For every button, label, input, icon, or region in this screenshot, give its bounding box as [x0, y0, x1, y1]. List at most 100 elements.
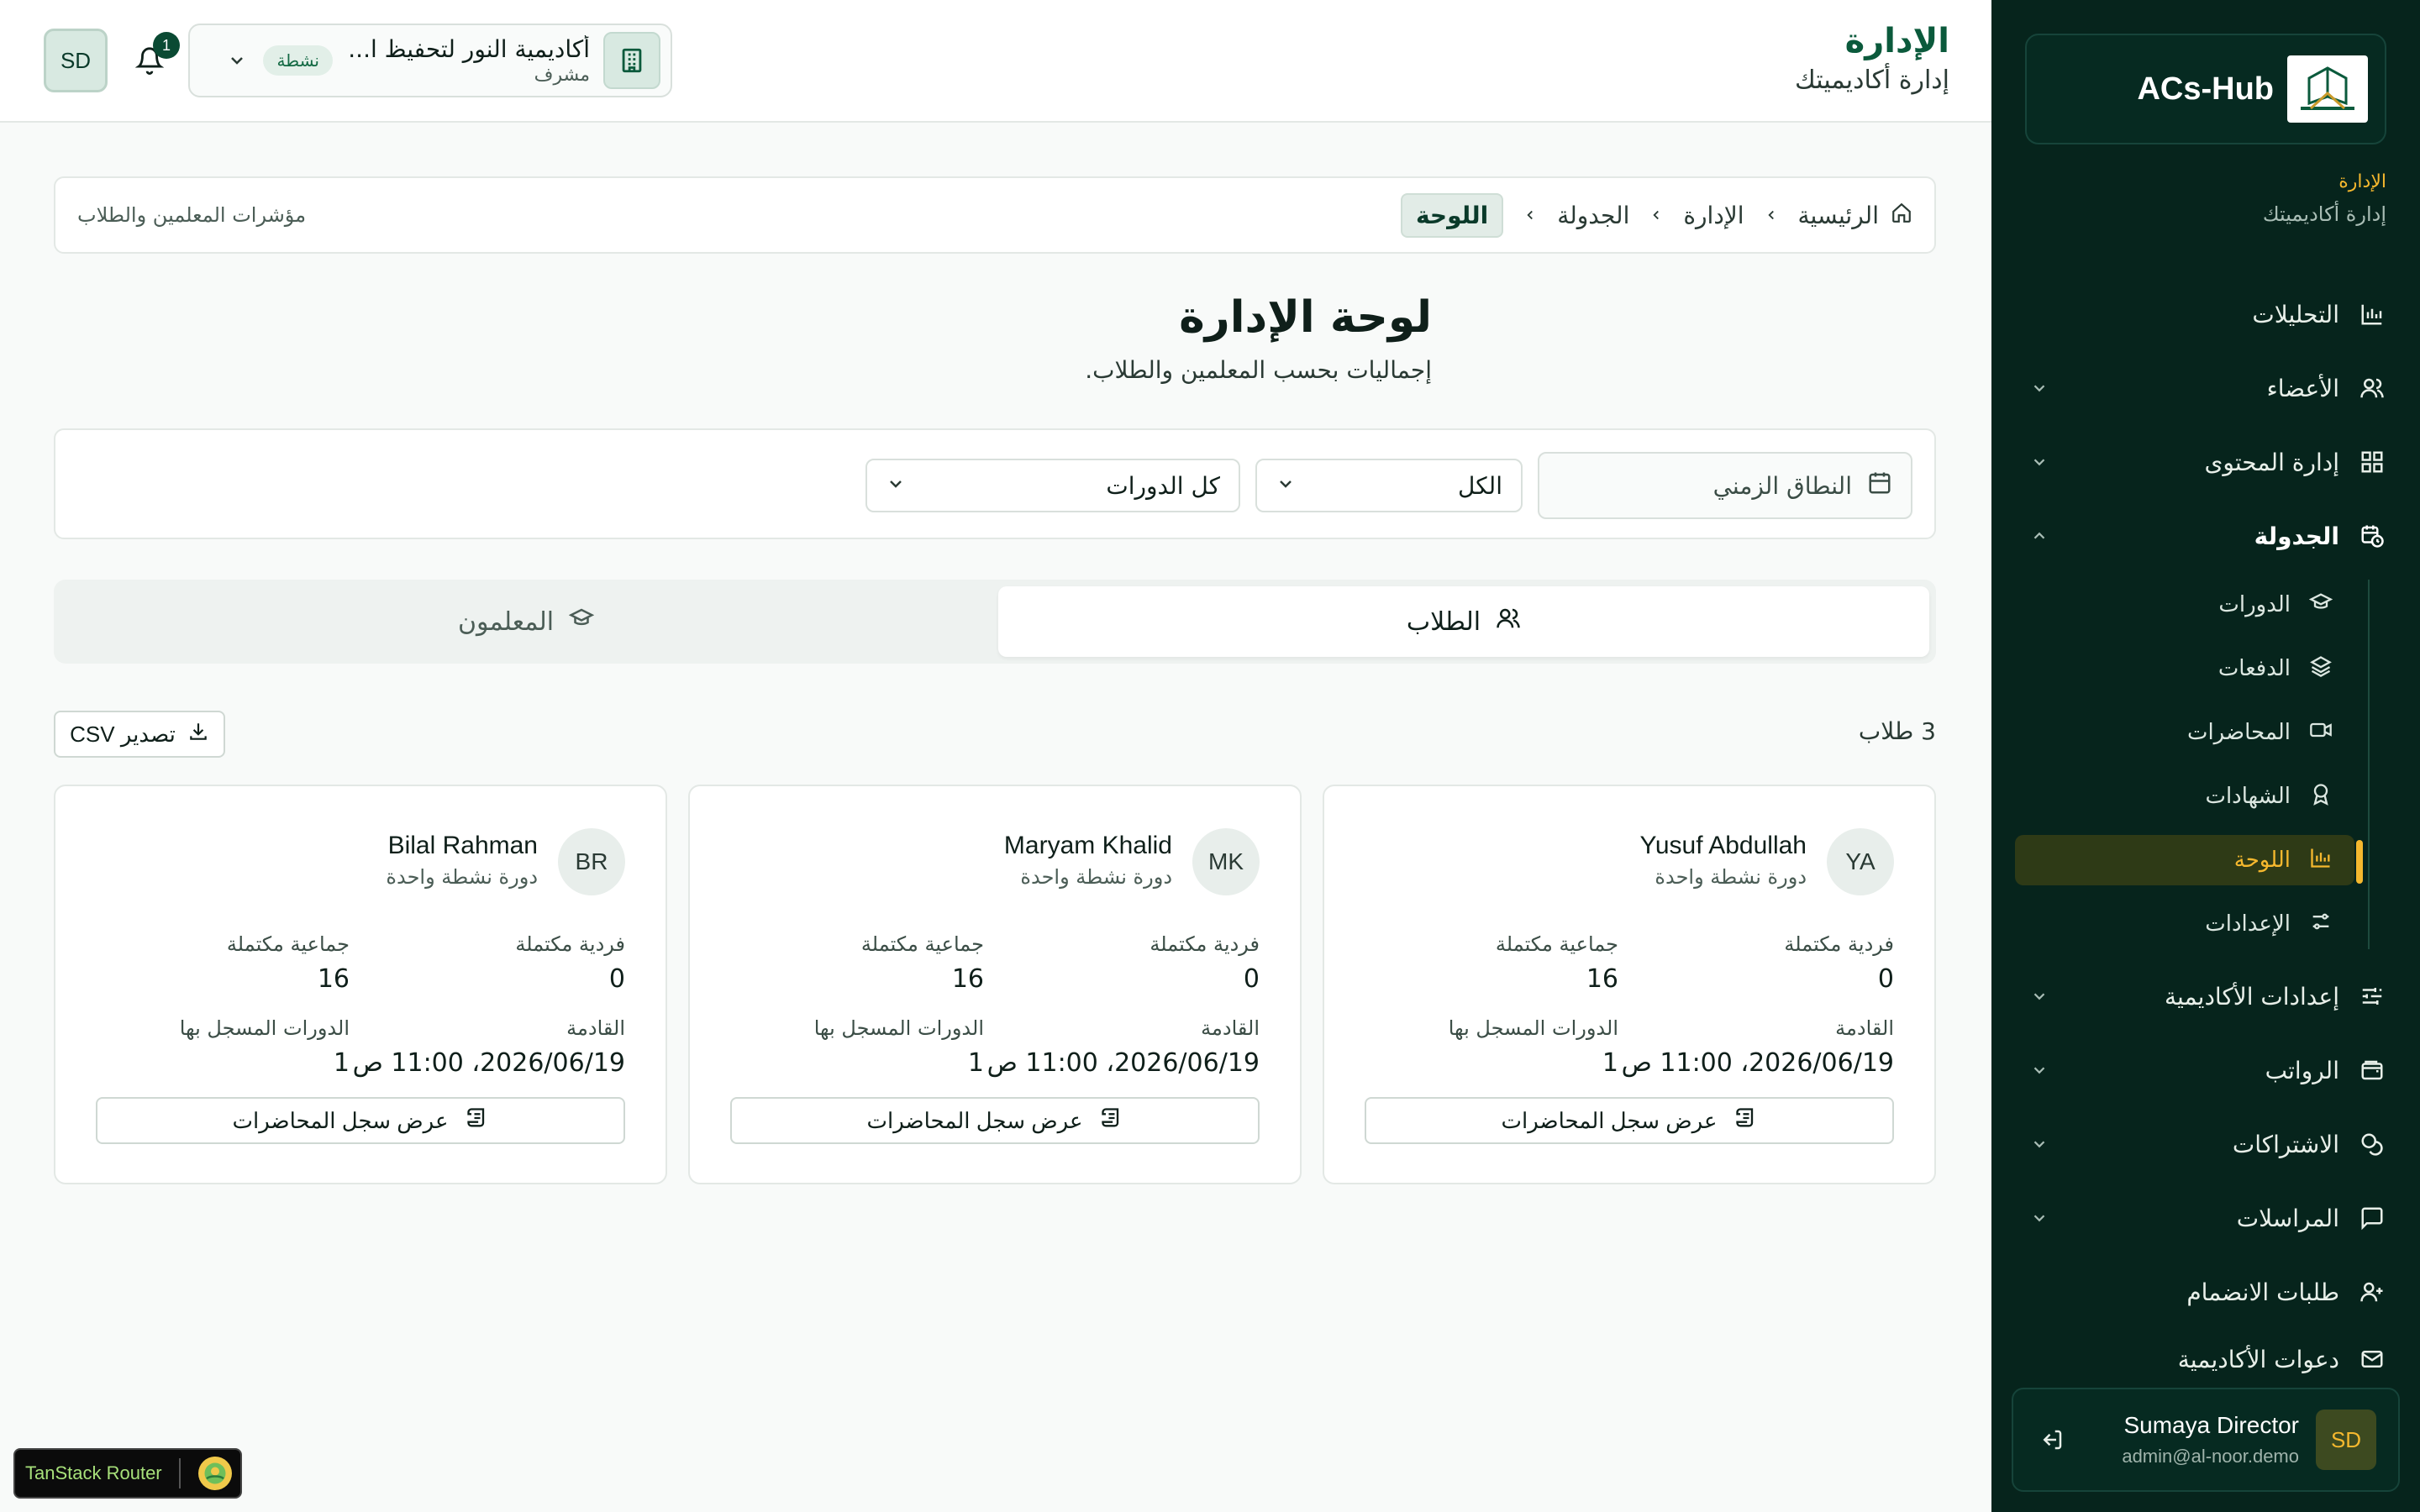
sidebar: ACs-Hub الإدارة إدارة أكاديميتك التحليلا…: [1991, 0, 2420, 1512]
chevron-down-icon: [224, 48, 250, 73]
message-icon: [2358, 1204, 2386, 1232]
quran-logo-icon: [2287, 55, 2368, 123]
courses-select[interactable]: كل الدورات: [865, 459, 1240, 512]
status-select[interactable]: الكل: [1255, 459, 1523, 512]
notifications-button[interactable]: 1: [131, 32, 180, 81]
student-card: MK Maryam Khalid دورة نشطة واحدة فردية م…: [688, 785, 1302, 1184]
chevron-down-icon[interactable]: [2025, 1130, 2054, 1158]
avatar[interactable]: SD: [44, 29, 108, 92]
sidebar-item-join-requests[interactable]: طلبات الانضمام: [2025, 1267, 2386, 1317]
breadcrumb-admin[interactable]: الإدارة: [1683, 202, 1744, 229]
sidebar-subitem-lectures[interactable]: المحاضرات: [2039, 707, 2333, 758]
sidebar-item-label: الأعضاء: [2266, 374, 2339, 402]
stat-label: القادمة: [566, 1016, 625, 1040]
sliders-icon: [2358, 982, 2386, 1011]
page-title: لوحة الإدارة: [1179, 292, 1432, 343]
view-lecture-log-button[interactable]: عرض سجل المحاضرات: [96, 1097, 625, 1144]
submenu-line: [2368, 580, 2370, 949]
sidebar-item-content[interactable]: إدارة المحتوى: [2025, 437, 2386, 487]
chevron-down-icon[interactable]: [2025, 982, 2054, 1011]
sidebar-item-invites[interactable]: دعوات الأكاديمية: [2025, 1341, 2386, 1378]
avatar: SD: [2316, 1410, 2376, 1470]
stat-value: 2026/06/19، 11:00 ص: [986, 1048, 1260, 1078]
view-lecture-log-button[interactable]: عرض سجل المحاضرات: [730, 1097, 1260, 1144]
tab-students[interactable]: الطلاب: [998, 586, 1929, 657]
sidebar-subitem-certificates[interactable]: الشهادات: [2039, 771, 2333, 822]
organization-selector[interactable]: أكاديمية النور لتحفيظ ا... مشرف نشطة: [188, 24, 672, 97]
breadcrumb-scheduling[interactable]: الجدولة: [1557, 202, 1629, 229]
date-range-picker[interactable]: النطاق الزمني: [1538, 452, 1912, 519]
sidebar-subitem-dashboard[interactable]: اللوحة: [2015, 835, 2354, 885]
users-icon: [2358, 374, 2386, 402]
video-icon: [2309, 718, 2333, 748]
stat-value: 16: [951, 964, 984, 994]
scroll-text-icon: [466, 1106, 489, 1136]
users-icon: [1496, 606, 1521, 638]
chevron-down-icon[interactable]: [2025, 448, 2054, 476]
sidebar-user-card[interactable]: SD Sumaya Director admin@al-noor.demo: [2012, 1388, 2400, 1492]
sidebar-item-subscriptions[interactable]: الاشتراكات: [2025, 1119, 2386, 1169]
stat-label: جماعية مكتملة: [860, 932, 984, 956]
user-email: admin@al-noor.demo: [2122, 1446, 2299, 1467]
header-subtitle: إدارة أكاديميتك: [1795, 66, 1949, 95]
sidebar-section-subtitle: إدارة أكاديميتك: [2262, 202, 2386, 226]
stat-label: فردية مكتملة: [515, 932, 625, 956]
button-label: عرض سجل المحاضرات: [232, 1107, 449, 1133]
calendar-clock-icon: [2358, 522, 2386, 550]
tab-teachers[interactable]: المعلمون: [60, 586, 992, 657]
view-tabs: الطلاب المعلمون: [54, 580, 1936, 664]
stat-label: الدورات المسجل بها: [1448, 1016, 1618, 1040]
avatar: BR: [558, 828, 625, 895]
view-lecture-log-button[interactable]: عرض سجل المحاضرات: [1365, 1097, 1894, 1144]
sidebar-item-label: التحليلات: [2252, 300, 2339, 328]
stat-label: فردية مكتملة: [1150, 932, 1260, 956]
tab-label: الطلاب: [1406, 606, 1481, 637]
breadcrumb-current: اللوحة: [1400, 192, 1504, 238]
layers-icon: [2309, 654, 2333, 684]
brand-name: ACs-Hub: [2137, 71, 2274, 107]
sidebar-subitem-label: الإعدادات: [2205, 911, 2291, 937]
export-csv-button[interactable]: تصدير CSV: [54, 711, 225, 758]
stat-label: الدورات المسجل بها: [179, 1016, 350, 1040]
settings-sliders-icon: [2309, 910, 2333, 939]
active-indicator: [2356, 840, 2363, 884]
sidebar-item-members[interactable]: الأعضاء: [2025, 363, 2386, 413]
chevron-down-icon[interactable]: [2025, 1204, 2054, 1232]
chevron-down-icon[interactable]: [2025, 374, 2054, 402]
devtools-label: TanStack Router: [25, 1462, 162, 1483]
download-icon: [187, 721, 209, 748]
brand[interactable]: ACs-Hub: [2025, 34, 2386, 144]
calendar-icon: [1867, 470, 1892, 501]
sidebar-item-label: إعدادات الأكاديمية: [2165, 982, 2339, 1011]
sidebar-item-analytics[interactable]: التحليلات: [2025, 289, 2386, 339]
notification-count-badge: 1: [153, 32, 180, 59]
stat-label: جماعية مكتملة: [226, 932, 350, 956]
export-csv-label: تصدير CSV: [70, 721, 176, 747]
sidebar-subitem-courses[interactable]: الدورات: [2039, 580, 2333, 630]
sidebar-item-label: المراسلات: [2236, 1204, 2339, 1232]
sidebar-subitem-label: المحاضرات: [2186, 720, 2291, 745]
tanstack-router-devtools-button[interactable]: TanStack Router: [13, 1448, 242, 1499]
chevron-up-icon[interactable]: [2025, 522, 2054, 550]
breadcrumb-label: الرئيسية: [1797, 201, 1879, 229]
organization-name: أكاديمية النور لتحفيظ ا...: [348, 35, 590, 63]
wallet-icon: [2358, 1056, 2386, 1084]
sidebar-subitem-settings[interactable]: الإعدادات: [2039, 899, 2333, 949]
user-plus-icon: [2358, 1278, 2386, 1306]
sidebar-item-scheduling[interactable]: الجدولة: [2025, 511, 2386, 561]
stat-value: 0: [1243, 964, 1260, 994]
sidebar-item-messages[interactable]: المراسلات: [2025, 1193, 2386, 1243]
logout-icon[interactable]: [2035, 1423, 2069, 1457]
stat-label: الدورات المسجل بها: [813, 1016, 984, 1040]
sidebar-item-payroll[interactable]: الرواتب: [2025, 1045, 2386, 1095]
chevron-down-icon: [886, 472, 906, 500]
breadcrumb: الرئيسية الإدارة الجدولة اللوحة مؤشرات ا…: [54, 176, 1936, 254]
bar-chart-icon: [2358, 300, 2386, 328]
graduation-cap-icon: [568, 606, 595, 638]
sidebar-subitem-batches[interactable]: الدفعات: [2039, 643, 2333, 694]
chevron-down-icon[interactable]: [2025, 1056, 2054, 1084]
sidebar-item-academy-settings[interactable]: إعدادات الأكاديمية: [2025, 971, 2386, 1021]
award-icon: [2309, 782, 2333, 811]
avatar: MK: [1192, 828, 1260, 895]
breadcrumb-home[interactable]: الرئيسية: [1798, 202, 1912, 229]
